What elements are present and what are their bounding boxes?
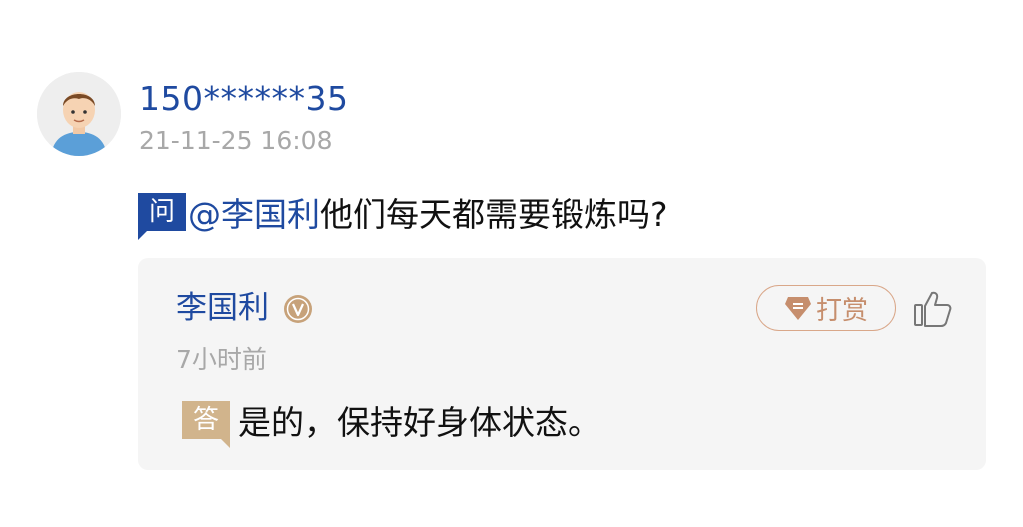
answer-text: 是的，保持好身体状态。: [238, 403, 601, 442]
question-text: 他们每天都需要锻炼吗?: [320, 195, 668, 234]
question-username[interactable]: 150******35: [139, 79, 348, 119]
question-row: 问 @李国利 他们每天都需要锻炼吗?: [138, 188, 668, 240]
user-avatar-icon[interactable]: [37, 72, 121, 156]
answer-time: 7小时前: [176, 345, 267, 374]
question-badge: 问: [138, 193, 186, 240]
tip-label: 打赏: [815, 295, 868, 326]
gem-icon: [784, 297, 811, 320]
thumbs-up-icon[interactable]: [913, 290, 953, 328]
answer-author-name[interactable]: 李国利: [176, 288, 269, 328]
question-timestamp: 21-11-25 16:08: [139, 126, 333, 155]
verified-v-icon: [284, 295, 312, 323]
tip-button[interactable]: 打赏: [756, 285, 896, 331]
answer-row: 答 是的，保持好身体状态。: [182, 396, 601, 448]
answer-card: 李国利 7小时前 打赏 答 是的，保持好身体状态。: [138, 258, 986, 470]
mention-link[interactable]: @李国利: [188, 188, 320, 236]
answer-badge: 答: [182, 401, 230, 448]
